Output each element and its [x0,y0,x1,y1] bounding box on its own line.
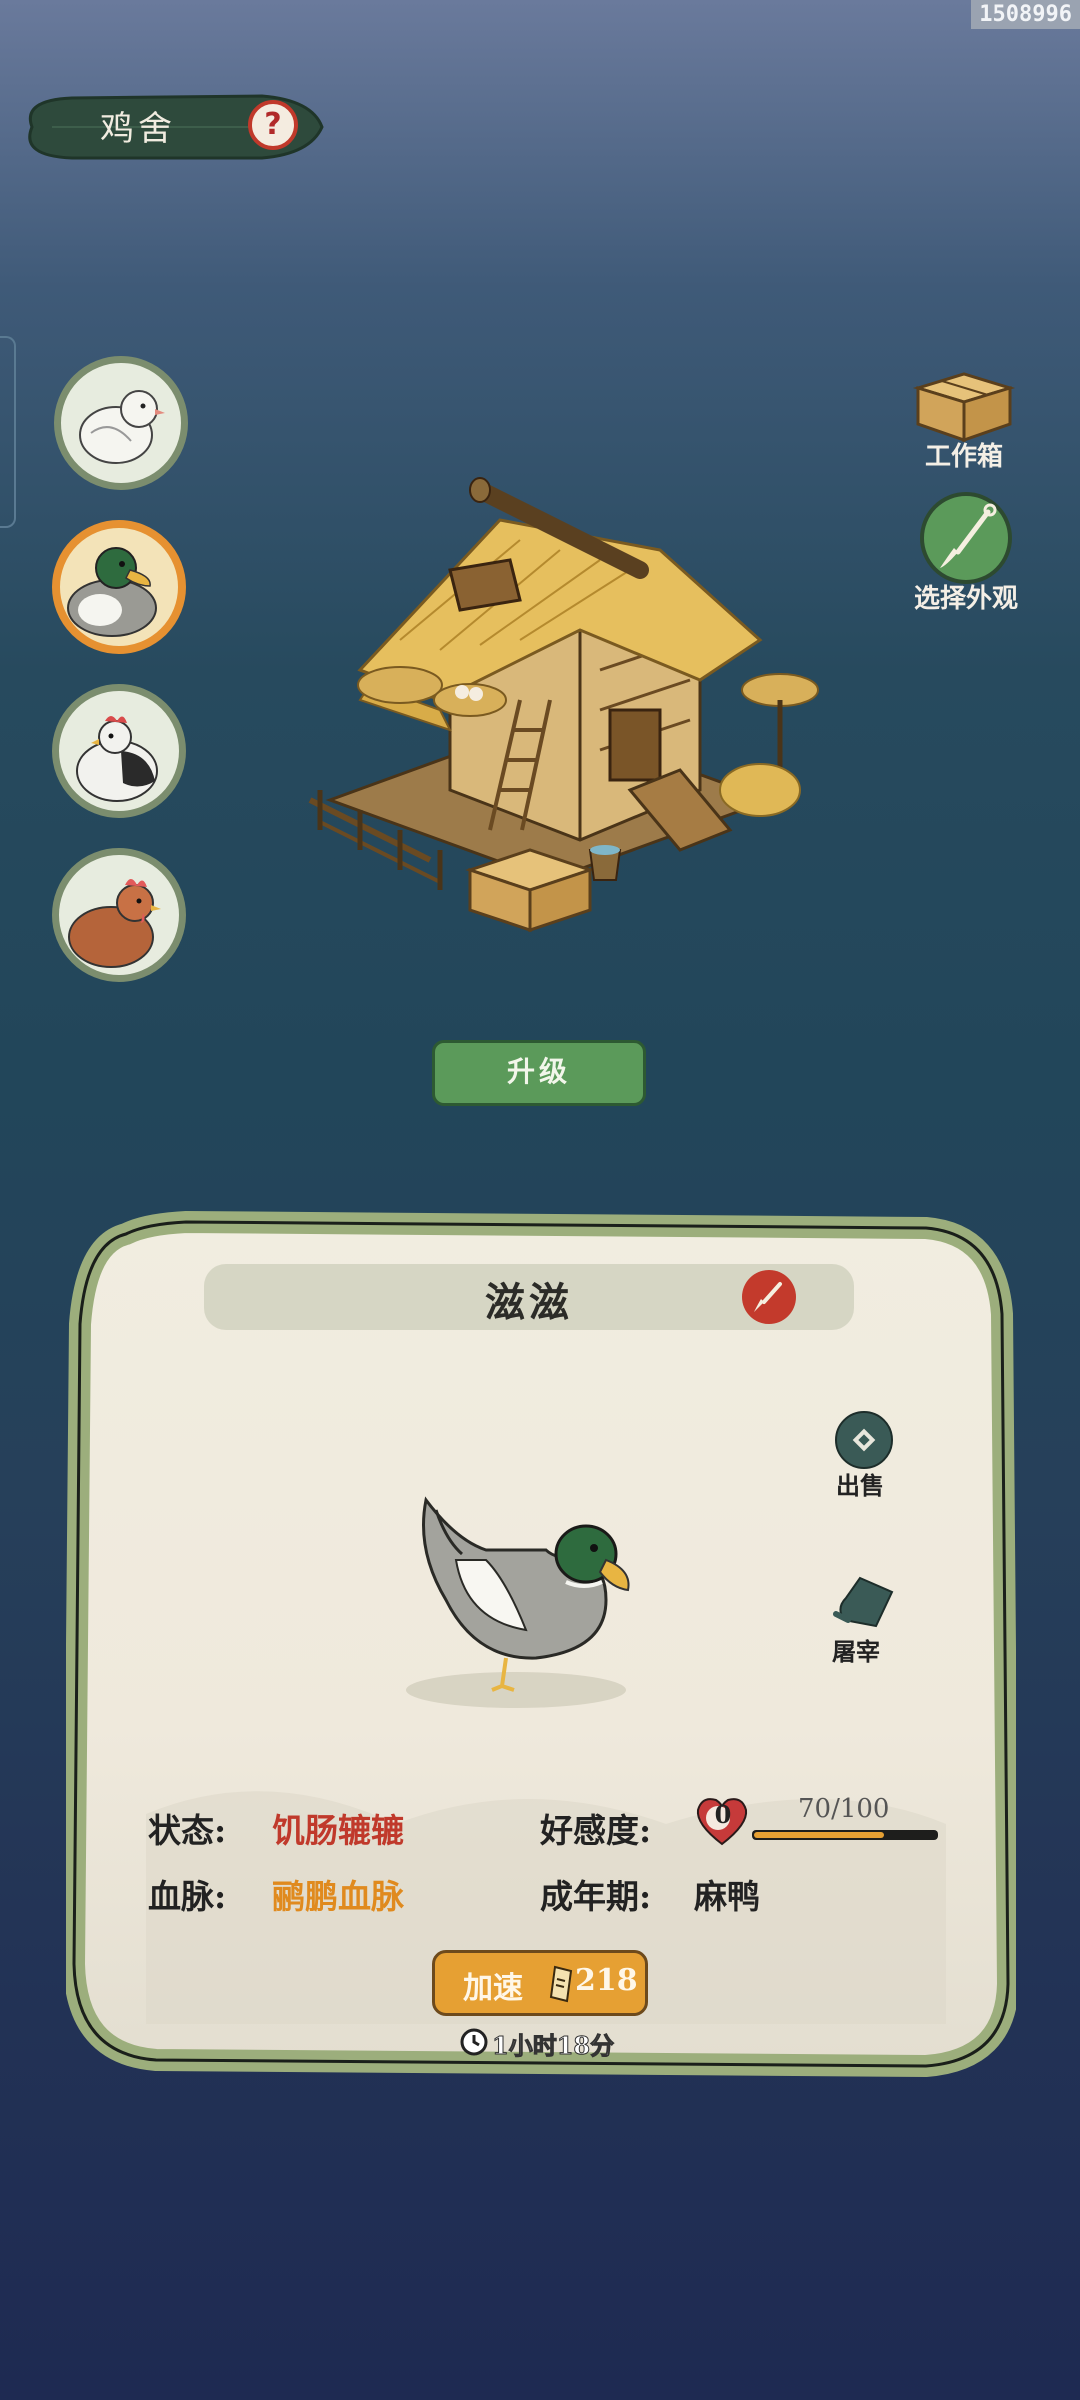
bloodline-value: 鹂鹏血脉 [272,1877,404,1916]
affection-bar-fill [754,1832,885,1838]
affection-level: 0 [714,1800,732,1829]
speedup-label: 加速 [463,1971,523,2006]
sell-button[interactable]: 出售 [836,1466,884,1501]
workbox-icon[interactable] [912,366,1016,444]
status-label: 状态: [148,1811,227,1850]
speedup-button[interactable]: 加速 218 [432,1950,648,2016]
avatar-mallard-duck[interactable] [52,520,186,654]
rename-brush-icon[interactable] [742,1270,796,1324]
speedup-cost: 218 [575,1963,638,1998]
slaughter-button[interactable]: 屠宰 [832,1632,880,1667]
affection-label: 好感度: [540,1811,652,1850]
pigeon-icon [79,390,165,464]
affection-progress-text: 70/100 [798,1794,890,1824]
cleaver-icon[interactable] [830,1574,900,1634]
appearance-label: 选择外观 [913,584,1018,614]
chicken-icon [76,716,158,802]
side-drawer-tab[interactable] [0,336,16,528]
workbox-label: 工作箱 [924,442,1003,472]
avatar-brown-hen[interactable] [52,848,186,982]
status-value: 饥肠辘辘 [272,1811,404,1850]
coin-icon[interactable] [834,1410,894,1470]
brush-icon[interactable] [918,490,1014,586]
bloodline-label: 血脉: [148,1877,227,1916]
corner-id: 1508996 [971,0,1080,29]
avatar-black-white-chicken[interactable] [52,684,186,818]
upgrade-button[interactable]: 升级 [432,1040,646,1106]
chicken-coop-illustration[interactable] [300,470,840,960]
speedup-timer: 1小时18分 [491,2031,615,2061]
adult-stage-label: 成年期: [540,1877,652,1916]
ticket-icon [549,1965,573,2003]
avatar-white-pigeon[interactable] [54,356,188,490]
affection-bar [752,1830,938,1840]
hen-icon [68,879,161,968]
clock-icon [460,2028,488,2056]
duck-icon [67,547,157,637]
help-button[interactable]: ? [248,100,298,150]
mallard-duck-illustration [406,1496,630,1708]
page-title: 鸡舍 [100,109,176,149]
adult-stage-value: 麻鸭 [694,1877,760,1916]
